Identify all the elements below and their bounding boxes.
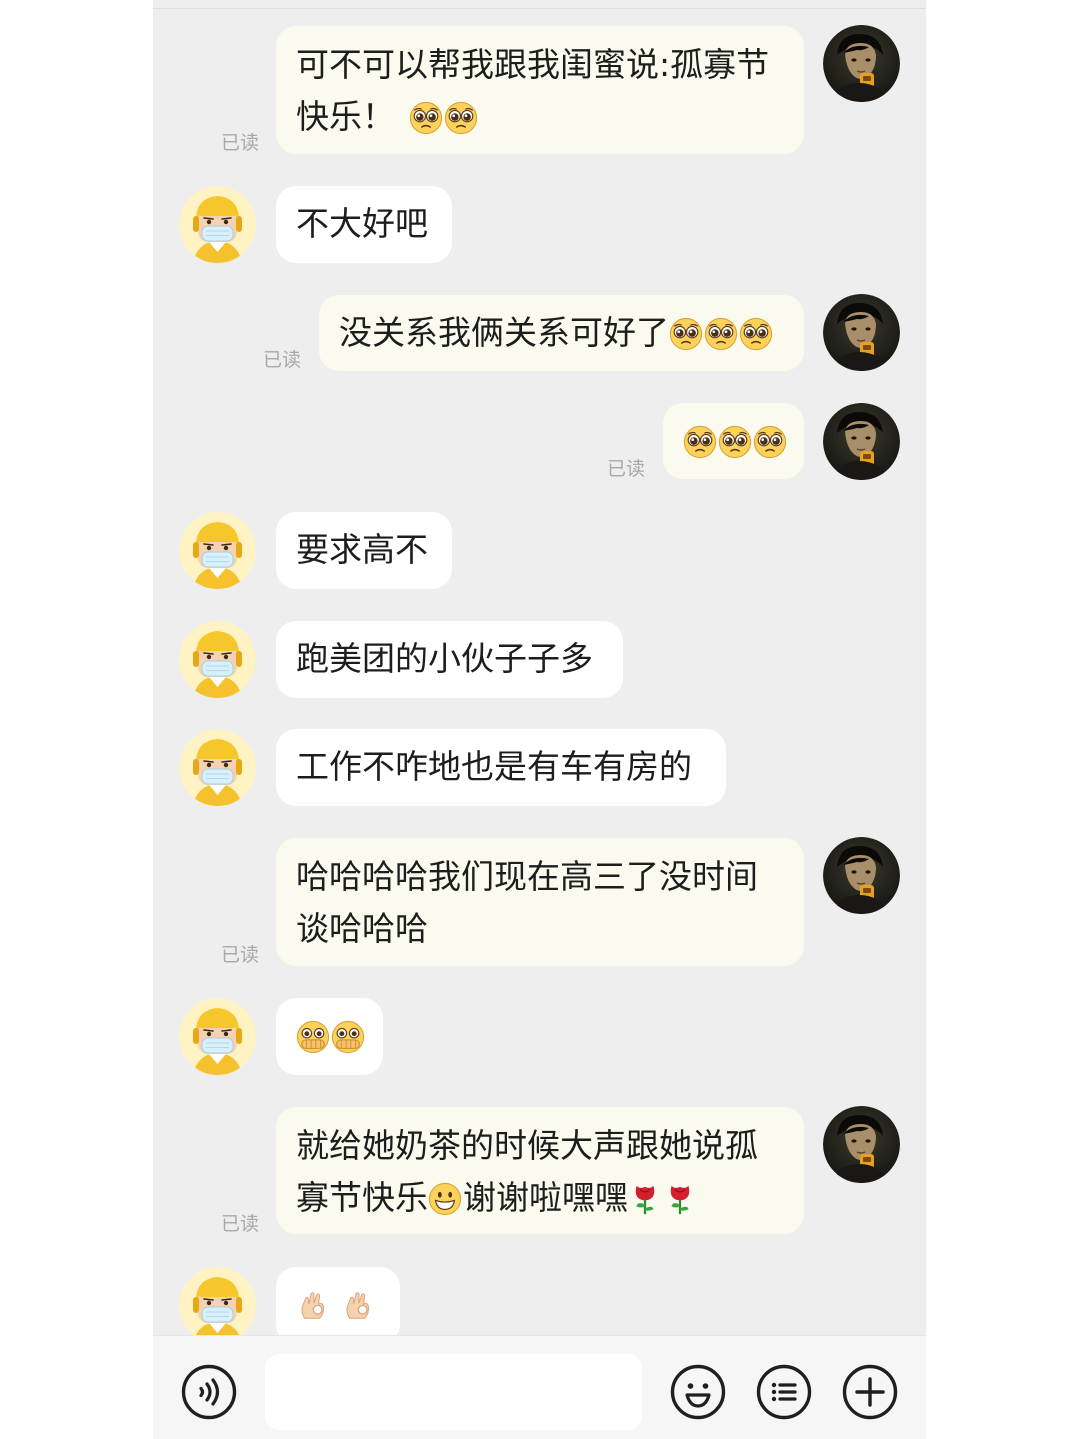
pleading-face-icon [683,425,717,459]
message-bubble[interactable]: 要求高不 [276,512,452,589]
voice-icon[interactable] [181,1364,237,1420]
rose-icon [663,1182,697,1216]
message-bubble[interactable]: 工作不咋地也是有车有房的 [276,729,726,806]
message-text-line: 没关系我俩关系可好了 [339,313,669,352]
message-bubble[interactable] [276,1267,400,1335]
ok-hand-icon [296,1289,330,1323]
read-status: 已读 [221,132,260,154]
pleading-face-icon [704,317,738,351]
hand-over-mouth-face-icon [296,1020,330,1054]
message-text-line: 快乐！ [296,97,395,136]
read-status: 已读 [221,944,260,966]
message-text-line: 寡节快乐 [296,1178,428,1217]
message-list[interactable]: 已读 可不可以帮我跟我闺蜜说:孤寡节 快乐！ 不大好吧 已读 没关系我俩关系可好… [153,0,926,1335]
pleading-face-icon [718,425,752,459]
message-bubble[interactable]: 不大好吧 [276,186,452,263]
ok-hand-icon [341,1289,375,1323]
courier-avatar[interactable] [179,998,256,1075]
message-bubble[interactable]: 就给她奶茶的时候大声跟她说孤 寡节快乐 谢谢啦嘿嘿 [276,1107,804,1234]
plus-icon[interactable] [842,1364,898,1420]
message-text-line: 谈哈哈哈 [296,909,428,948]
message-bubble[interactable] [276,998,383,1075]
message-text-line: 跑美团的小伙子子多 [296,639,593,678]
message-input[interactable] [265,1354,642,1430]
input-bar [153,1335,926,1439]
chat-screen: 已读 可不可以帮我跟我闺蜜说:孤寡节 快乐！ 不大好吧 已读 没关系我俩关系可好… [153,0,926,1439]
courier-avatar[interactable] [179,621,256,698]
user-avatar[interactable] [823,294,900,371]
list-icon[interactable] [756,1364,812,1420]
message-text-line: 不大好吧 [296,204,428,243]
message-bubble[interactable]: 跑美团的小伙子子多 [276,621,623,698]
rose-icon [628,1182,662,1216]
message-text-line: 谢谢啦嘿嘿 [463,1178,628,1217]
message-text-line: 要求高不 [296,530,428,569]
user-avatar[interactable] [823,403,900,480]
pleading-face-icon [669,317,703,351]
courier-avatar[interactable] [179,729,256,806]
message-bubble[interactable]: 哈哈哈哈我们现在高三了没时间 谈哈哈哈 [276,838,804,966]
smiley-icon[interactable] [670,1364,726,1420]
courier-avatar[interactable] [179,1267,256,1335]
user-avatar[interactable] [823,837,900,914]
pleading-face-icon [444,101,478,135]
courier-avatar[interactable] [179,512,256,589]
pleading-face-icon [409,101,443,135]
grinning-face-icon [428,1182,462,1216]
user-avatar[interactable] [823,25,900,102]
pleading-face-icon [753,425,787,459]
read-status: 已读 [221,1213,260,1235]
message-bubble[interactable]: 可不可以帮我跟我闺蜜说:孤寡节 快乐！ [276,26,804,154]
read-status: 已读 [263,349,302,371]
read-status: 已读 [607,458,646,480]
message-text-line: 可不可以帮我跟我闺蜜说:孤寡节 [296,45,770,84]
user-avatar[interactable] [823,1106,900,1183]
message-bubble[interactable]: 没关系我俩关系可好了 [319,295,804,371]
hand-over-mouth-face-icon [331,1020,365,1054]
message-text-line: 就给她奶茶的时候大声跟她说孤 [296,1126,758,1165]
courier-avatar[interactable] [179,186,256,263]
message-text-line: 哈哈哈哈我们现在高三了没时间 [296,857,758,896]
pleading-face-icon [739,317,773,351]
message-bubble[interactable] [663,403,804,479]
message-text-line: 工作不咋地也是有车有房的 [296,747,692,786]
